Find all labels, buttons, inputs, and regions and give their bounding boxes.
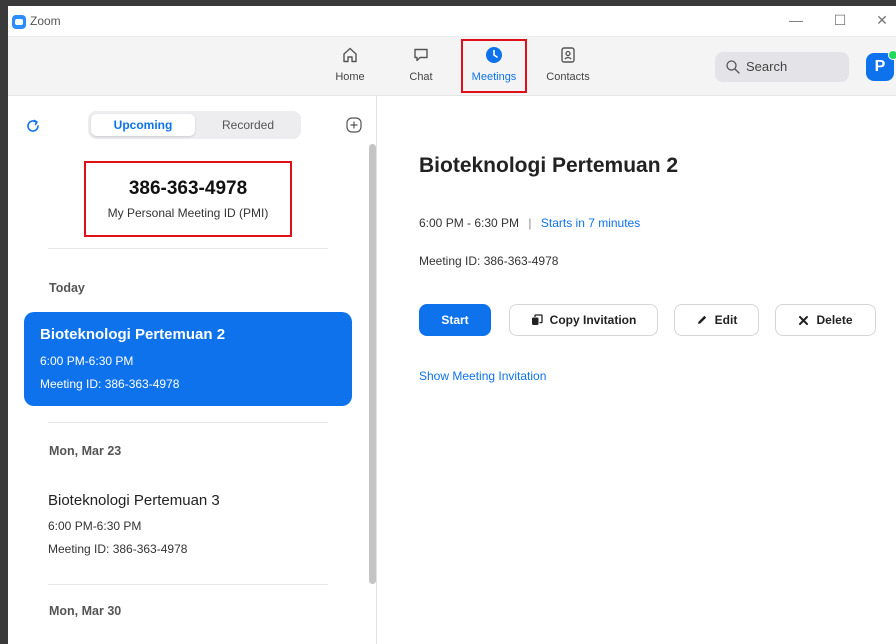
time-separator: | <box>528 216 532 230</box>
group-label-mar23: Mon, Mar 23 <box>49 444 122 458</box>
tab-home-label: Home <box>335 71 365 83</box>
edit-button[interactable]: Edit <box>674 304 759 336</box>
detail-meeting-title: Bioteknologi Pertemuan 2 <box>419 154 679 177</box>
title-bar: Zoom — ☐ ✕ <box>8 6 896 37</box>
detail-time-row: 6:00 PM - 6:30 PM | Starts in 7 minutes <box>419 216 640 230</box>
zoom-logo-icon <box>12 15 26 29</box>
meeting-id: Meeting ID: 386-363-4978 <box>40 377 180 391</box>
delete-button-label: Delete <box>816 313 853 327</box>
edit-button-label: Edit <box>714 313 738 327</box>
search-icon <box>726 60 740 74</box>
detail-time: 6:00 PM - 6:30 PM <box>419 216 520 230</box>
start-button-label: Start <box>441 313 469 327</box>
pencil-icon <box>697 315 706 324</box>
group-label-mar30: Mon, Mar 30 <box>49 604 122 618</box>
starts-in-label: Starts in 7 minutes <box>540 216 641 230</box>
detail-meeting-id: Meeting ID: 386-363-4978 <box>419 254 559 268</box>
pmi-number: 386-363-4978 <box>128 178 248 199</box>
meetings-list-panel: Upcoming Recorded 386-363-4978 My Person… <box>8 96 377 644</box>
scrollbar[interactable] <box>369 144 376 584</box>
chat-icon <box>414 48 428 62</box>
meeting-item-selected[interactable]: Bioteknologi Pertemuan 2 6:00 PM-6:30 PM… <box>24 312 352 406</box>
divider <box>48 248 328 249</box>
meeting-title: Bioteknologi Pertemuan 2 <box>40 326 226 343</box>
start-button[interactable]: Start <box>419 304 491 336</box>
tab-chat-label: Chat <box>409 71 433 83</box>
meeting-time: 6:00 PM-6:30 PM <box>48 519 142 533</box>
pmi-label: My Personal Meeting ID (PMI) <box>107 206 269 220</box>
show-meeting-invitation-link[interactable]: Show Meeting Invitation <box>419 369 546 383</box>
zoom-window: Zoom — ☐ ✕ Home Chat Meetings Contacts S… <box>8 6 896 644</box>
meeting-detail-panel: Bioteknologi Pertemuan 2 6:00 PM - 6:30 … <box>377 96 896 644</box>
home-icon <box>343 47 357 63</box>
copy-invitation-label: Copy Invitation <box>549 313 637 327</box>
meeting-id: Meeting ID: 386-363-4978 <box>48 542 188 556</box>
pmi-card[interactable]: 386-363-4978 My Personal Meeting ID (PMI… <box>84 161 292 237</box>
minimize-button[interactable]: — <box>786 12 806 28</box>
search-placeholder: Search <box>746 59 788 74</box>
tab-home[interactable]: Home <box>320 41 380 93</box>
tab-chat[interactable]: Chat <box>391 41 451 93</box>
copy-invitation-button[interactable]: Copy Invitation <box>509 304 658 336</box>
tab-contacts-label: Contacts <box>546 71 590 83</box>
divider <box>48 584 328 585</box>
meetings-tab-highlight-box <box>461 39 527 93</box>
tab-contacts[interactable]: Contacts <box>538 41 598 93</box>
meeting-title: Bioteknologi Pertemuan 3 <box>48 492 220 509</box>
divider <box>48 422 328 423</box>
top-nav: Home Chat Meetings Contacts Search P <box>8 37 896 96</box>
meeting-item[interactable]: Bioteknologi Pertemuan 3 6:00 PM-6:30 PM… <box>48 492 348 572</box>
refresh-icon[interactable] <box>25 118 41 134</box>
contacts-icon <box>561 47 575 63</box>
search-input[interactable]: Search <box>715 52 849 82</box>
close-button[interactable]: ✕ <box>872 12 892 29</box>
group-label-today: Today <box>49 281 85 295</box>
add-meeting-icon[interactable] <box>345 116 363 134</box>
close-icon <box>799 315 809 325</box>
delete-button[interactable]: Delete <box>775 304 876 336</box>
maximize-button[interactable]: ☐ <box>830 12 850 29</box>
copy-icon <box>531 314 543 325</box>
presence-status-dot <box>888 50 896 60</box>
upcoming-recorded-toggle: Upcoming Recorded <box>88 111 301 139</box>
window-title: Zoom <box>30 14 61 28</box>
tab-upcoming[interactable]: Upcoming <box>91 114 195 136</box>
meeting-time: 6:00 PM-6:30 PM <box>40 354 134 368</box>
tab-recorded[interactable]: Recorded <box>198 114 298 136</box>
